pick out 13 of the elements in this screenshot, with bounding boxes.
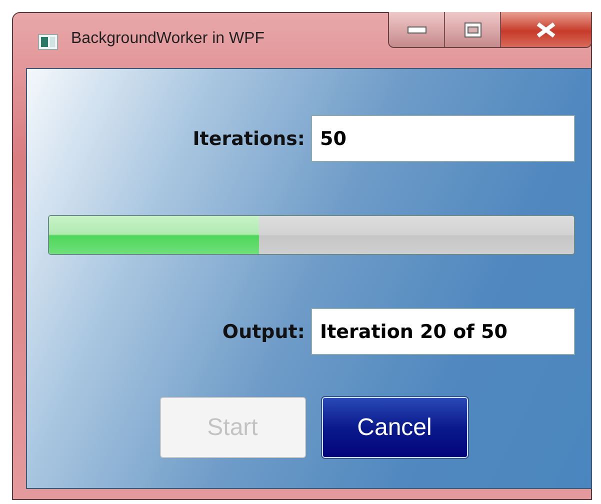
close-button[interactable] xyxy=(501,12,591,47)
window-icon xyxy=(38,34,58,50)
window-title: BackgroundWorker in WPF xyxy=(71,30,265,48)
minimize-icon xyxy=(406,26,426,34)
iterations-label: Iterations: xyxy=(192,128,305,150)
output-field[interactable]: Iteration 20 of 50 xyxy=(311,308,575,355)
close-icon xyxy=(535,22,557,38)
maximize-button[interactable] xyxy=(445,12,501,47)
iterations-field[interactable]: 50 xyxy=(311,115,575,162)
minimize-button[interactable] xyxy=(389,12,445,47)
cancel-button[interactable]: Cancel xyxy=(322,397,468,458)
maximize-icon xyxy=(464,22,482,38)
output-label: Output: xyxy=(222,320,305,342)
